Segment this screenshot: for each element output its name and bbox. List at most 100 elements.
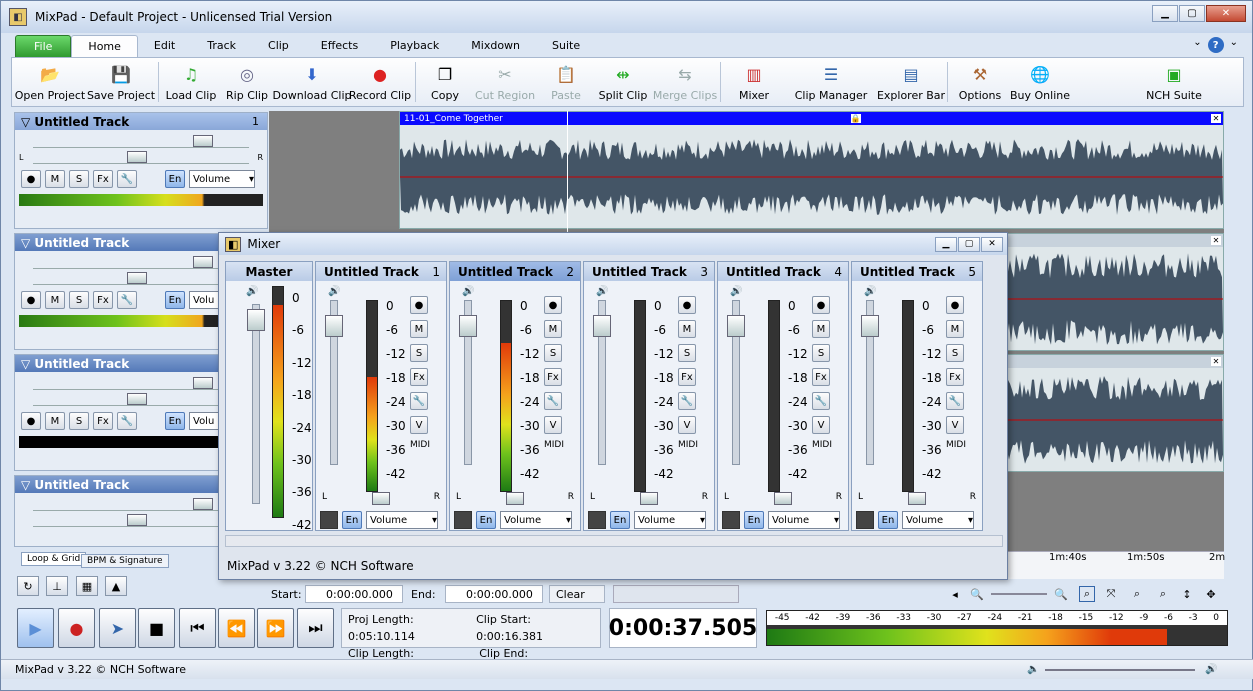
envelope-button[interactable]: En (165, 170, 185, 188)
fx-button[interactable]: Fx (946, 368, 964, 386)
rip-clip-button[interactable]: ◎ Rip Clip (219, 58, 275, 106)
close-icon[interactable]: ✕ (1211, 114, 1221, 123)
wrench-icon[interactable]: 🔧 (117, 291, 137, 309)
fader-knob[interactable] (325, 315, 343, 337)
mute-button[interactable]: M (45, 412, 65, 430)
pan-slider[interactable]: LR (19, 150, 263, 164)
pan-knob[interactable] (908, 492, 926, 505)
vertical-expand-icon[interactable]: ↕ (1179, 586, 1195, 602)
slider-knob[interactable] (193, 498, 213, 510)
envelope-button[interactable]: En (165, 412, 185, 430)
start-input[interactable]: 0:00:00.000 (305, 585, 403, 603)
mute-button[interactable]: M (544, 320, 562, 338)
record-arm-button[interactable]: ● (946, 296, 964, 314)
pan-knob[interactable] (640, 492, 658, 505)
wrench-icon[interactable]: 🔧 (544, 392, 562, 410)
buy-online-button[interactable]: 🌐 Buy Online (1008, 58, 1072, 106)
slider-knob[interactable] (127, 272, 147, 284)
wrench-icon[interactable]: 🔧 (117, 170, 137, 188)
record-monitor-button[interactable] (722, 511, 740, 529)
record-arm-button[interactable]: ● (410, 296, 428, 314)
record-arm-button[interactable]: ● (812, 296, 830, 314)
zoom-tool-icon[interactable]: ⌕ (1129, 586, 1145, 602)
lock-icon[interactable]: 🔒 (850, 114, 861, 123)
envelope-dropdown[interactable]: Volume ▾ (500, 511, 572, 529)
pan-slider[interactable] (33, 513, 249, 527)
volume-slider[interactable] (33, 134, 249, 148)
fx-button[interactable]: Fx (544, 368, 562, 386)
pan-knob[interactable] (372, 492, 390, 505)
mute-button[interactable]: M (678, 320, 696, 338)
fx-button[interactable]: Fx (812, 368, 830, 386)
rewind-button[interactable]: ⏪ (218, 608, 255, 648)
zoom-in-icon[interactable]: 🔍 (1053, 586, 1069, 602)
speaker-loud-icon[interactable]: 🔊 (1205, 664, 1217, 675)
help-icon[interactable]: ? (1207, 37, 1224, 53)
solo-button[interactable]: S (410, 344, 428, 362)
record-arm-button[interactable]: ● (678, 296, 696, 314)
maximize-button[interactable]: ▢ (1179, 5, 1205, 22)
cut-region-button[interactable]: ✂ Cut Region (470, 58, 540, 106)
vst-button[interactable]: V (946, 416, 964, 434)
tab-suite[interactable]: Suite (536, 35, 596, 57)
fx-button[interactable]: Fx (93, 291, 113, 309)
record-arm-button[interactable]: ● (21, 291, 41, 309)
envelope-button[interactable]: En (476, 511, 496, 529)
tab-track[interactable]: Track (191, 35, 252, 57)
vst-button[interactable]: V (410, 416, 428, 434)
track-header[interactable]: ▽ Untitled Track 1 (15, 113, 267, 130)
clear-button[interactable]: Clear (549, 585, 605, 603)
fader-knob[interactable] (727, 315, 745, 337)
zoom-slider[interactable] (991, 593, 1047, 595)
chevron-down-icon[interactable]: ⌄ (1230, 37, 1238, 53)
record-monitor-button[interactable] (588, 511, 606, 529)
solo-button[interactable]: S (812, 344, 830, 362)
mixer-scrollbar[interactable] (225, 535, 1003, 547)
record-monitor-button[interactable] (454, 511, 472, 529)
vst-button[interactable]: V (678, 416, 696, 434)
record-button[interactable]: ● (58, 608, 95, 648)
clip-header[interactable]: 11-01_Come Together 🔒 ✕ (400, 112, 1223, 125)
fx-button[interactable]: Fx (410, 368, 428, 386)
fader-knob[interactable] (459, 315, 477, 337)
tab-home[interactable]: Home (71, 35, 138, 57)
mute-button[interactable]: M (946, 320, 964, 338)
strip-header[interactable]: Untitled Track 4 (718, 262, 848, 281)
zoom-selection-icon[interactable]: ⌕ (1079, 586, 1095, 602)
record-arm-button[interactable]: ● (544, 296, 562, 314)
slider-knob[interactable] (127, 393, 147, 405)
envelope-dropdown[interactable]: Volume ▾ (634, 511, 706, 529)
slider-knob[interactable] (127, 151, 147, 163)
split-clip-button[interactable]: ⇹ Split Clip (592, 58, 654, 106)
envelope-button[interactable]: En (342, 511, 362, 529)
record-arm-button[interactable]: ● (21, 170, 41, 188)
mute-button[interactable]: M (45, 170, 65, 188)
record-monitor-button[interactable] (856, 511, 874, 529)
envelope-button[interactable]: En (878, 511, 898, 529)
wrench-icon[interactable]: 🔧 (812, 392, 830, 410)
record-monitor-button[interactable] (320, 511, 338, 529)
envelope-dropdown[interactable]: Volume ▾ (902, 511, 974, 529)
close-button[interactable]: ✕ (1206, 5, 1246, 22)
track-fader[interactable] (593, 300, 611, 465)
strip-header[interactable]: Untitled Track 3 (584, 262, 714, 281)
envelope-dropdown[interactable]: Volume ▾ (189, 170, 255, 188)
volume-slider[interactable] (33, 255, 249, 269)
envelope-button[interactable]: En (610, 511, 630, 529)
copy-button[interactable]: ❐ Copy (420, 58, 470, 106)
track-fader[interactable] (727, 300, 745, 465)
solo-button[interactable]: S (946, 344, 964, 362)
vst-button[interactable]: V (812, 416, 830, 434)
grid-icon[interactable]: ▦ (76, 576, 98, 596)
open-project-button[interactable]: 📂 Open Project (12, 58, 88, 106)
nch-suite-button[interactable]: ▣ NCH Suite (1144, 58, 1204, 106)
mixer-button[interactable]: ▥ Mixer (725, 58, 783, 106)
strip-header[interactable]: Untitled Track 1 (316, 262, 446, 281)
mute-button[interactable]: M (812, 320, 830, 338)
track-fader[interactable] (325, 300, 343, 465)
zoom-vertical-icon[interactable]: ⌕ (1155, 586, 1171, 602)
metronome-icon[interactable]: ▲ (105, 576, 127, 596)
chevron-down-icon[interactable]: ⌄ (1193, 37, 1201, 53)
volume-slider[interactable] (33, 376, 249, 390)
record-arm-button[interactable]: ● (21, 412, 41, 430)
